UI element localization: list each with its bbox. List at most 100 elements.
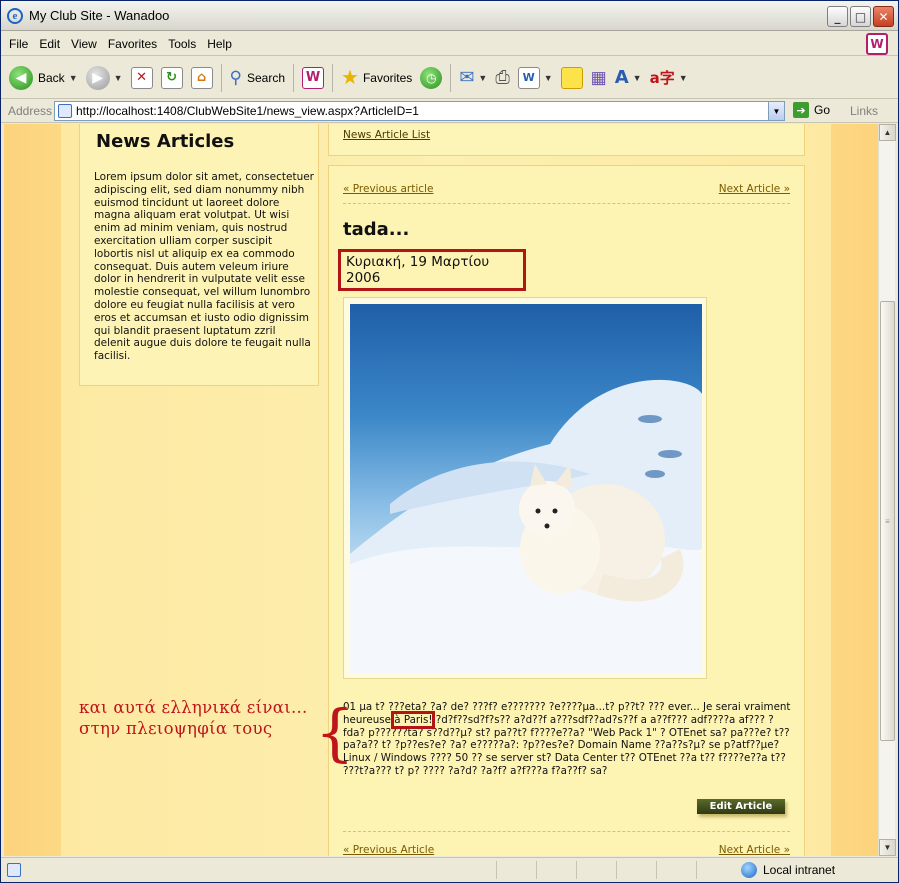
previous-article-link[interactable]: « Previous article: [343, 183, 433, 195]
refresh-button[interactable]: ↻: [160, 66, 183, 89]
article-panel: « Previous article Next Article » tada..…: [328, 165, 805, 856]
news-article-list-link[interactable]: News Article List: [343, 129, 430, 141]
article-body: 01 µa t? ???eta? ?a? de? ???f? e??????? …: [343, 701, 791, 778]
zone-label: Local intranet: [763, 863, 836, 877]
wanadoo-logo-icon: W: [866, 33, 888, 55]
next-article-link[interactable]: Next Article »: [719, 183, 790, 195]
scroll-down-icon[interactable]: ▼: [879, 839, 896, 856]
menu-view[interactable]: View: [71, 37, 97, 51]
history-button[interactable]: ◷: [420, 66, 443, 89]
menu-file[interactable]: File: [9, 37, 28, 51]
home-button[interactable]: ⌂: [190, 66, 213, 89]
research-button[interactable]: ▦: [591, 68, 607, 88]
edit-page-button[interactable]: W ▼: [517, 66, 553, 89]
favorites-button[interactable]: ★ Favorites: [341, 65, 412, 90]
next-article-bottom-link[interactable]: Next Article »: [719, 844, 790, 856]
status-cells: [496, 861, 736, 879]
go-arrow-icon: ➔: [793, 102, 809, 118]
minimize-button[interactable]: _: [827, 6, 848, 27]
status-cell: [696, 861, 736, 879]
divider: [343, 831, 790, 832]
article-date: Κυριακή, 19 Μαρτίου 2006: [338, 249, 526, 291]
security-zone: Local intranet: [741, 862, 835, 878]
article-title: tada...: [343, 219, 410, 240]
arctic-fox-illustration: [350, 379, 702, 674]
greek-annotation-line2: στην πλειοψηφία τους: [79, 719, 273, 738]
stop-icon: ✕: [130, 66, 153, 89]
page-status-icon: [7, 863, 21, 877]
toolbar-separator: [450, 63, 452, 92]
mail-button[interactable]: ✉ ▼: [459, 67, 487, 88]
print-icon: ⎙: [495, 67, 510, 87]
menu-help[interactable]: Help: [207, 37, 232, 51]
window-title: My Club Site - Wanadoo: [29, 8, 170, 23]
search-button[interactable]: ⚲ Search: [230, 68, 285, 88]
links-button[interactable]: Links: [850, 104, 878, 118]
forward-arrow-icon: ▶: [85, 65, 110, 90]
mail-dropdown-icon[interactable]: ▼: [478, 73, 487, 83]
encoding-button[interactable]: a字 ▼: [650, 67, 688, 88]
font-dropdown-icon[interactable]: ▼: [633, 73, 642, 83]
divider: [343, 203, 790, 204]
scroll-thumb[interactable]: ≡: [880, 301, 895, 741]
forward-button[interactable]: ▶ ▼: [85, 65, 123, 90]
font-size-button[interactable]: A ▼: [615, 67, 642, 88]
edit-dropdown-icon[interactable]: ▼: [544, 73, 553, 83]
back-arrow-icon: ◀: [9, 65, 33, 90]
forward-dropdown-icon[interactable]: ▼: [114, 73, 123, 83]
menu-tools[interactable]: Tools: [168, 37, 196, 51]
stop-button[interactable]: ✕: [130, 66, 153, 89]
toolbar-separator: [293, 63, 295, 92]
previous-article-bottom-link[interactable]: « Previous Article: [343, 844, 434, 856]
address-label: Address: [8, 103, 53, 118]
go-label: Go: [814, 103, 831, 117]
go-button[interactable]: ➔ Go: [793, 102, 830, 118]
home-icon: ⌂: [190, 66, 213, 89]
close-button[interactable]: ✕: [873, 6, 894, 27]
brace-annotation: {: [315, 696, 355, 769]
title-bar: e My Club Site - Wanadoo _ □ ✕: [1, 1, 898, 31]
menu-bar: File Edit View Favorites Tools Help W: [1, 32, 898, 56]
address-input[interactable]: http://localhost:1408/ClubWebSite1/news_…: [54, 101, 785, 121]
vertical-scrollbar[interactable]: ▲ ≡ ▼: [878, 124, 896, 856]
note-icon: [560, 66, 583, 89]
back-dropdown-icon[interactable]: ▼: [69, 73, 78, 83]
page-viewport: News Articles Lorem ipsum dolor sit amet…: [4, 124, 878, 856]
ie-icon: e: [7, 7, 23, 24]
toolbar: ◀ Back ▼ ▶ ▼ ✕ ↻ ⌂ ⚲ Search W ★ Favorite…: [1, 57, 898, 99]
greek-annotation-line1: και αυτά ελληνικά είναι...: [79, 698, 308, 717]
wanadoo-button[interactable]: W: [302, 66, 325, 89]
browser-window: e My Club Site - Wanadoo _ □ ✕ File Edit…: [0, 0, 899, 883]
address-bar: Address http://localhost:1408/ClubWebSit…: [1, 99, 898, 123]
status-cell: [536, 861, 576, 879]
status-cell: [496, 861, 536, 879]
arctic-fox-image: [350, 304, 702, 674]
scroll-up-icon[interactable]: ▲: [879, 124, 896, 141]
address-dropdown-icon[interactable]: ▼: [768, 102, 784, 120]
sidebar-text: Lorem ipsum dolor sit amet, consectetuer…: [94, 171, 314, 363]
address-url: http://localhost:1408/ClubWebSite1/news_…: [76, 104, 419, 118]
page-content: News Articles Lorem ipsum dolor sit amet…: [61, 124, 831, 856]
history-icon: ◷: [420, 66, 443, 89]
print-button[interactable]: ⎙: [495, 67, 509, 88]
menu-edit[interactable]: Edit: [39, 37, 60, 51]
article-list-panel: News Article List: [328, 124, 805, 156]
search-label: Search: [246, 70, 286, 85]
menu-favorites[interactable]: Favorites: [108, 37, 157, 51]
status-cell: [656, 861, 696, 879]
word-icon: W: [517, 66, 540, 89]
star-icon: ★: [341, 67, 359, 89]
status-bar: Local intranet: [1, 857, 898, 882]
globe-icon: [741, 862, 757, 878]
maximize-button[interactable]: □: [850, 6, 871, 27]
sidebar-panel: News Articles Lorem ipsum dolor sit amet…: [79, 124, 319, 386]
edit-article-button[interactable]: Edit Article: [697, 799, 785, 814]
toolbar-separator: [220, 63, 222, 92]
research-icon: ▦: [590, 67, 607, 87]
sidebar-heading: News Articles: [96, 131, 235, 152]
encoding-dropdown-icon[interactable]: ▼: [679, 73, 688, 83]
favorites-label: Favorites: [362, 70, 413, 85]
article-date-text: Κυριακή, 19 Μαρτίου 2006: [346, 254, 490, 286]
back-button[interactable]: ◀ Back ▼: [9, 65, 78, 90]
discuss-button[interactable]: [560, 66, 583, 89]
